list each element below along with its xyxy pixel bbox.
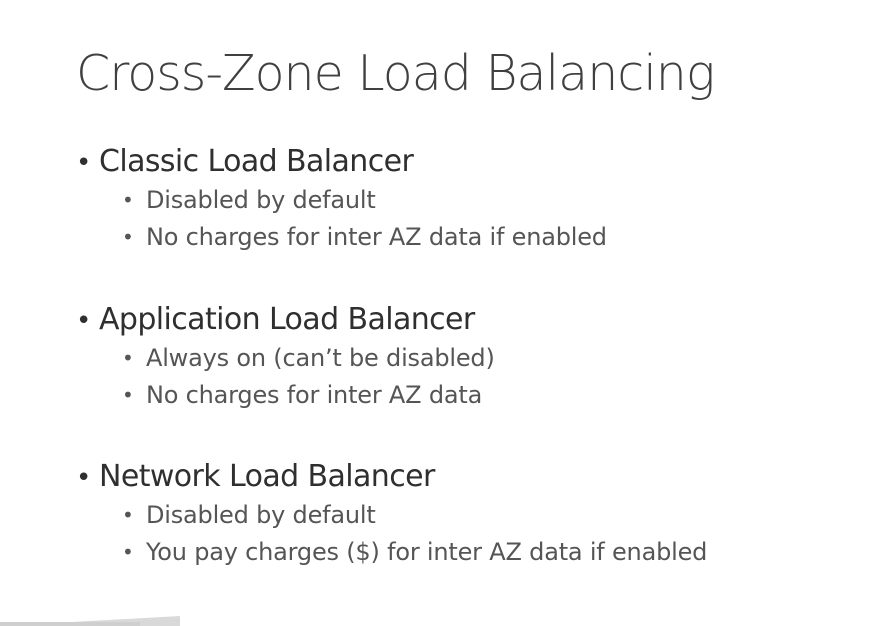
bullet-subitem: • Always on (can’t be disabled) xyxy=(122,340,495,377)
slide: Cross-Zone Load Balancing • Classic Load … xyxy=(0,0,896,626)
section-heading: Network Load Balancer xyxy=(99,459,435,494)
bullet-subitem: • No charges for inter AZ data if enabled xyxy=(122,219,607,256)
slide-title: Cross-Zone Load Balancing xyxy=(76,45,715,102)
bullet-heading: • Application Load Balancer xyxy=(76,301,495,340)
subitem-text: No charges for inter AZ data if enabled xyxy=(146,223,607,251)
bullet-heading: • Network Load Balancer xyxy=(76,458,707,497)
subitem-text: Disabled by default xyxy=(146,501,376,529)
bullet-heading: • Classic Load Balancer xyxy=(76,143,607,182)
bullet-icon: • xyxy=(122,346,134,370)
bullet-subitem: • No charges for inter AZ data xyxy=(122,377,495,414)
bullet-icon: • xyxy=(122,540,134,564)
bullet-icon: • xyxy=(122,383,134,407)
bullet-icon: • xyxy=(122,225,134,249)
bullet-icon: • xyxy=(76,148,91,178)
subitem-text: Always on (can’t be disabled) xyxy=(146,344,495,372)
section-heading: Classic Load Balancer xyxy=(99,144,414,179)
decorative-corner-band xyxy=(0,622,140,626)
bullet-icon: • xyxy=(122,503,134,527)
section-heading: Application Load Balancer xyxy=(99,302,475,337)
bullet-icon: • xyxy=(122,188,134,212)
subitem-text: You pay charges ($) for inter AZ data if… xyxy=(146,538,708,566)
section-application-load-balancer: • Application Load Balancer • Always on (c… xyxy=(76,301,495,414)
bullet-subitem: • You pay charges ($) for inter AZ data i… xyxy=(122,534,707,571)
bullet-subitem: • Disabled by default xyxy=(122,497,707,534)
subitem-text: Disabled by default xyxy=(146,186,376,214)
bullet-icon: • xyxy=(76,306,91,336)
section-classic-load-balancer: • Classic Load Balancer • Disabled by defa… xyxy=(76,143,607,256)
section-network-load-balancer: • Network Load Balancer • Disabled by defa… xyxy=(76,458,707,571)
subitem-text: No charges for inter AZ data xyxy=(146,381,483,409)
bullet-subitem: • Disabled by default xyxy=(122,182,607,219)
bullet-icon: • xyxy=(76,463,91,493)
